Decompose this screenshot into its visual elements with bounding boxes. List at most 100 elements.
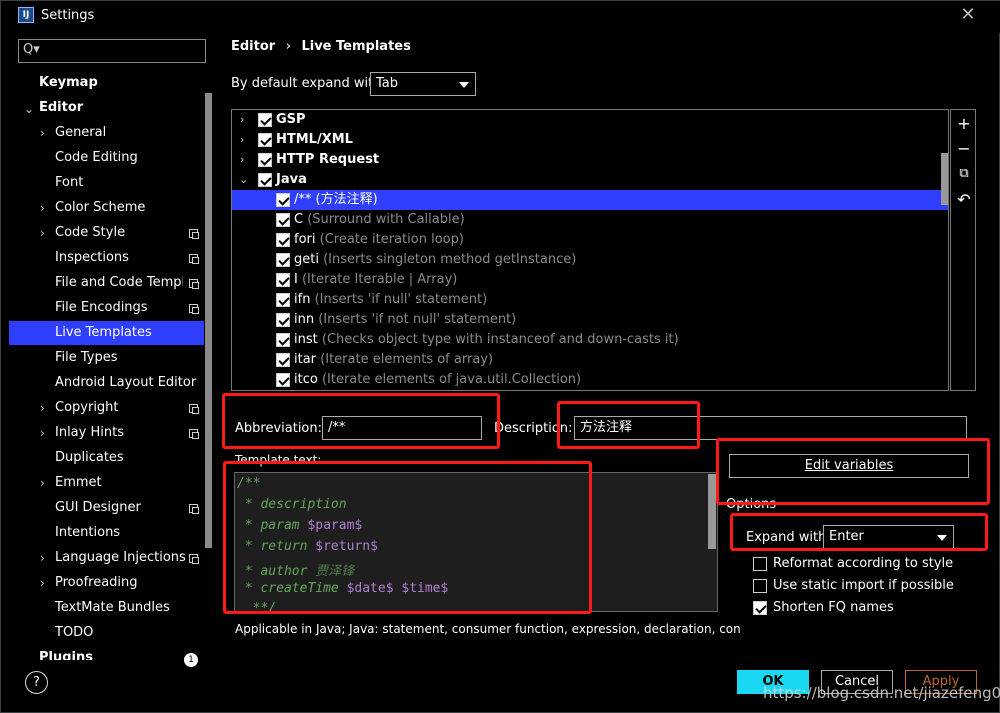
plugins-update-badge: 1 [184,653,198,667]
template-row[interactable]: geti (Inserts singleton method getInstan… [232,250,948,270]
templates-tree: › GSP › HTML/XML › HTTP Request ⌄ Java /… [231,109,949,391]
sidebar-item-font[interactable]: Font [55,171,83,195]
default-expand-dropdown[interactable]: Tab [370,72,476,96]
add-icon[interactable]: + [954,114,974,134]
template-checkbox[interactable] [276,193,290,207]
template-checkbox[interactable] [276,253,290,267]
breadcrumb-separator: › [285,39,291,54]
remove-icon[interactable]: − [954,139,974,159]
sidebar-item-inlay-hints[interactable]: Inlay Hints [55,421,124,445]
sidebar-item-android-layout-editor[interactable]: Android Layout Editor [55,371,196,395]
annotation-box-edit-variables [716,438,990,505]
template-desc: (Inserts singleton method getInstance) [323,252,577,267]
group-checkbox[interactable] [258,153,272,167]
template-checkbox[interactable] [276,333,290,347]
template-checkbox[interactable] [276,273,290,287]
group-checkbox[interactable] [258,113,272,127]
template-row[interactable]: itco (Iterate elements of java.util.Coll… [232,370,948,390]
template-row[interactable]: /** (方法注释) [232,190,948,210]
sidebar-item-inspections[interactable]: Inspections [55,246,129,270]
sidebar-item-todo[interactable]: TODO [55,621,93,645]
breadcrumb-current: Live Templates [301,39,411,54]
chevron-right-icon[interactable]: › [40,126,45,140]
chevron-right-icon[interactable]: › [240,130,244,150]
static-import-label: Use static import if possible [773,578,954,593]
sidebar-item-live-templates[interactable]: Live Templates [9,321,204,345]
template-desc: (Iterate Iterable | Array) [301,272,458,287]
tree-group-gsp[interactable]: › GSP [232,110,948,130]
template-checkbox[interactable] [276,373,290,387]
chevron-right-icon[interactable]: › [40,401,45,415]
template-row[interactable]: ifn (Inserts 'if null' statement) [232,290,948,310]
sidebar-item-keymap[interactable]: Keymap [39,71,98,95]
sidebar-item-intentions[interactable]: Intentions [55,521,120,545]
sidebar-item-file-encodings[interactable]: File Encodings [55,296,148,320]
chevron-right-icon[interactable]: › [40,426,45,440]
template-abbr: fori [294,232,316,247]
chevron-down-icon[interactable]: ⌄ [239,170,248,190]
sidebar-item-code-editing[interactable]: Code Editing [55,146,138,170]
tree-group-html-xml[interactable]: › HTML/XML [232,130,948,150]
template-row[interactable]: inn (Inserts 'if not null' statement) [232,310,948,330]
group-checkbox[interactable] [258,173,272,187]
copy-icon[interactable]: ⧉ [954,164,974,184]
tree-group-java[interactable]: ⌄ Java [232,170,948,190]
chevron-right-icon[interactable]: › [40,576,45,590]
template-row[interactable]: fori (Create iteration loop) [232,230,948,250]
chevron-right-icon[interactable]: › [240,110,244,130]
template-row[interactable]: C (Surround with Callable) [232,210,948,230]
project-scope-icon [189,504,199,514]
tree-group-http-request[interactable]: › HTTP Request [232,150,948,170]
template-abbr: itco [294,372,318,387]
template-checkbox[interactable] [276,353,290,367]
help-button[interactable]: ? [25,671,48,694]
chevron-right-icon[interactable]: › [40,551,45,565]
template-checkbox[interactable] [276,313,290,327]
close-icon[interactable]: ✕ [958,5,978,25]
sidebar-item-code-style[interactable]: Code Style [55,221,125,245]
sidebar-item-general[interactable]: General [55,121,106,145]
intellij-logo-icon: IJ [18,7,34,23]
chevron-right-icon[interactable]: › [240,150,244,170]
template-abbr: I [294,272,298,287]
restore-defaults-icon[interactable]: ↶ [954,190,974,210]
project-scope-icon [189,554,199,564]
editor-scrollbar[interactable] [708,474,716,549]
template-row[interactable]: I (Iterate Iterable | Array) [232,270,948,290]
chevron-right-icon[interactable]: › [40,476,45,490]
chevron-right-icon[interactable]: › [40,201,45,215]
template-row[interactable]: inst (Checks object type with instanceof… [232,330,948,350]
template-desc: (Iterate elements of java.util.Collectio… [321,372,582,387]
sidebar-scrollbar[interactable] [205,93,212,548]
sidebar-item-gui-designer[interactable]: GUI Designer [55,496,141,520]
sidebar-item-copyright[interactable]: Copyright [55,396,119,420]
sidebar-item-color-scheme[interactable]: Color Scheme [55,196,145,220]
sidebar-item-emmet[interactable]: Emmet [55,471,102,495]
sidebar-item-file-and-code-templates[interactable]: File and Code Templat [55,271,183,295]
reformat-label: Reformat according to style [773,556,954,571]
template-checkbox[interactable] [276,233,290,247]
sidebar-item-editor[interactable]: Editor [39,96,83,120]
sidebar-item-proofreading[interactable]: Proofreading [55,571,138,595]
annotation-box-abbreviation [222,393,500,449]
static-import-checkbox[interactable] [753,579,767,593]
sidebar-item-language-injections[interactable]: Language Injections [55,546,186,570]
group-checkbox[interactable] [258,133,272,147]
template-checkbox[interactable] [276,213,290,227]
project-scope-icon [189,304,199,314]
sidebar-item-file-types[interactable]: File Types [55,346,118,370]
breadcrumb-parent[interactable]: Editor [231,39,275,54]
template-checkbox[interactable] [276,293,290,307]
settings-search-input[interactable]: Q▾ [18,39,206,63]
applicable-contexts-text[interactable]: Applicable in Java; Java: statement, con… [235,622,741,636]
chevron-right-icon[interactable]: › [40,226,45,240]
chevron-down-icon[interactable]: ⌄ [24,102,34,116]
shorten-fq-checkbox[interactable] [753,601,767,615]
group-name: HTTP Request [276,152,380,167]
sidebar-item-plugins[interactable]: Plugins [39,646,93,660]
reformat-checkbox[interactable] [753,557,767,571]
sidebar-item-duplicates[interactable]: Duplicates [55,446,124,470]
sidebar-item-textmate-bundles[interactable]: TextMate Bundles [55,596,170,620]
templates-tree-scrollbar[interactable] [941,153,948,205]
template-row[interactable]: itar (Iterate elements of array) [232,350,948,370]
